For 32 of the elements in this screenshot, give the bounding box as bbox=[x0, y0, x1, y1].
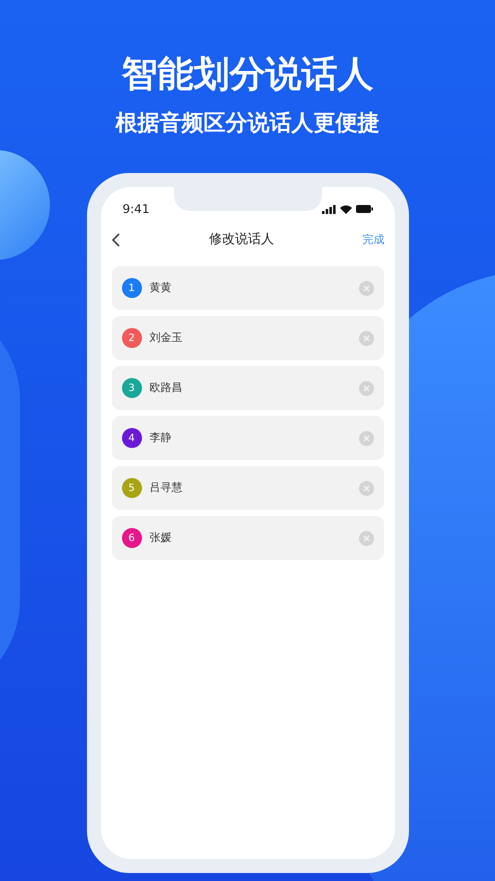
clear-icon[interactable] bbox=[358, 530, 374, 546]
speaker-row[interactable]: 5 吕寻慧 bbox=[112, 466, 384, 510]
speaker-name: 吕寻慧 bbox=[150, 480, 182, 496]
speaker-row[interactable]: 1 黄黄 bbox=[112, 266, 384, 310]
speaker-row[interactable]: 6 张媛 bbox=[112, 516, 384, 560]
speaker-name: 张媛 bbox=[150, 530, 172, 546]
headline: 智能划分说话人 bbox=[122, 53, 374, 97]
page-title: 修改说话人 bbox=[209, 231, 274, 250]
speaker-name: 李静 bbox=[150, 430, 172, 446]
clear-icon[interactable] bbox=[358, 280, 374, 296]
speaker-row[interactable]: 2 刘金玉 bbox=[112, 316, 384, 360]
speaker-number: 2 bbox=[122, 328, 142, 348]
clear-icon[interactable] bbox=[358, 380, 374, 396]
subtitle: 根据音频区分说话人更便捷 bbox=[116, 110, 380, 138]
clear-icon[interactable] bbox=[358, 480, 374, 496]
speaker-name: 刘金玉 bbox=[150, 330, 182, 346]
clear-icon[interactable] bbox=[358, 330, 374, 346]
wifi-icon bbox=[340, 204, 352, 214]
speaker-row[interactable]: 4 李静 bbox=[112, 416, 384, 460]
speaker-number: 6 bbox=[122, 528, 142, 548]
speaker-number: 1 bbox=[122, 278, 142, 298]
back-icon[interactable] bbox=[110, 233, 120, 247]
clear-icon[interactable] bbox=[358, 430, 374, 446]
speaker-number: 3 bbox=[122, 378, 142, 398]
speaker-name: 欧路昌 bbox=[150, 380, 182, 396]
speaker-row[interactable]: 3 欧路昌 bbox=[112, 366, 384, 410]
battery-icon bbox=[356, 205, 372, 213]
status-time: 9:41 bbox=[122, 201, 150, 218]
speaker-number: 5 bbox=[122, 478, 142, 498]
speaker-name: 黄黄 bbox=[150, 280, 172, 296]
signal-icon bbox=[322, 204, 336, 214]
speaker-number: 4 bbox=[122, 428, 142, 448]
